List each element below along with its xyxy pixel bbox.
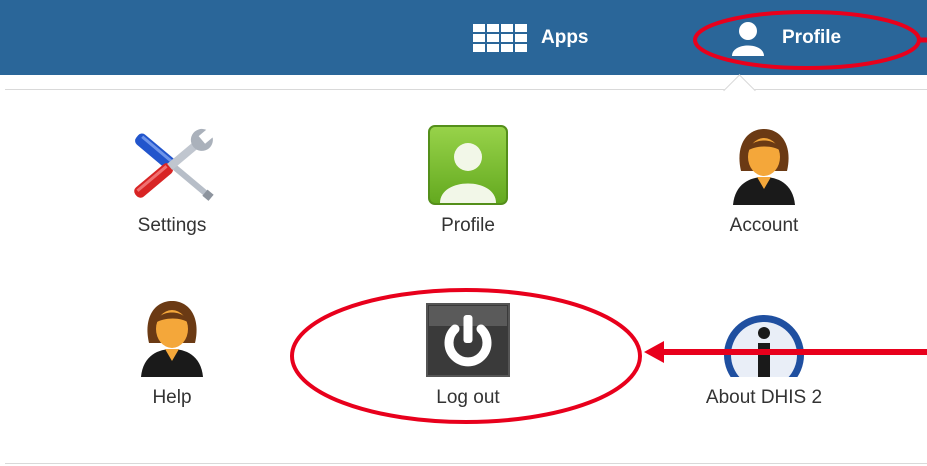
menu-top-border bbox=[5, 89, 927, 90]
profile-label: Profile bbox=[782, 26, 842, 48]
power-icon bbox=[426, 303, 510, 377]
menu-item-label: About DHIS 2 bbox=[705, 387, 823, 408]
info-icon bbox=[724, 315, 804, 377]
menu-item-label: Log out bbox=[436, 387, 500, 408]
profile-menu-button[interactable]: Profile bbox=[730, 0, 841, 75]
menu-item-logout[interactable]: Log out bbox=[383, 297, 553, 409]
menu-item-label: Profile bbox=[441, 215, 495, 236]
help-person-icon bbox=[141, 301, 203, 377]
account-person-icon bbox=[733, 129, 795, 205]
menu-item-label: Settings bbox=[137, 215, 207, 236]
top-bar: Apps Profile bbox=[0, 0, 927, 75]
menu-bottom-border bbox=[5, 463, 927, 464]
apps-menu-button[interactable]: Apps bbox=[473, 0, 589, 75]
apps-grid-icon bbox=[473, 23, 527, 52]
menu-item-account[interactable]: Account bbox=[679, 125, 849, 237]
menu-item-about[interactable]: About DHIS 2 bbox=[679, 297, 849, 409]
menu-item-profile[interactable]: Profile bbox=[383, 125, 553, 237]
user-icon bbox=[732, 21, 764, 56]
menu-item-label: Account bbox=[729, 215, 799, 236]
menu-item-help[interactable]: Help bbox=[87, 297, 257, 409]
menu-item-settings[interactable]: Settings bbox=[87, 125, 257, 237]
profile-card-icon bbox=[428, 125, 508, 205]
menu-item-label: Help bbox=[152, 387, 192, 408]
menu-caret bbox=[723, 74, 756, 107]
settings-tools-icon bbox=[134, 127, 216, 201]
apps-label: Apps bbox=[541, 26, 589, 48]
annotation-arrowhead-logout bbox=[644, 341, 664, 363]
